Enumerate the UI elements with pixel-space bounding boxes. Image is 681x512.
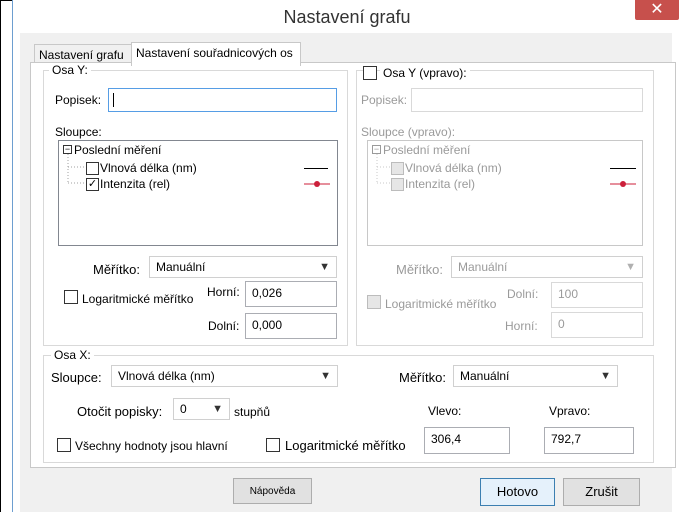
y-right-upper-input[interactable]: 0 xyxy=(551,312,643,338)
tree-item-intensity: Intenzita (rel) xyxy=(405,177,476,191)
ok-button[interactable]: Hotovo xyxy=(480,478,555,506)
y-right-lower-label: Dolní: xyxy=(507,287,539,301)
window-title: Nastavení grafu xyxy=(283,7,411,27)
y-right-lower-input[interactable]: 100 xyxy=(551,282,643,308)
tree-item-wavelength: Vlnová délka (nm) xyxy=(405,161,502,175)
close-icon: ✕ xyxy=(650,1,664,18)
y-lower-label: Dolní: xyxy=(208,319,240,333)
y-log-label: Logaritmické měřítko xyxy=(82,292,194,306)
y-axis-group-label: Osa Y: xyxy=(49,63,91,77)
tree-root-label: Poslední měření xyxy=(383,143,471,157)
x-left-label: Vlevo: xyxy=(428,404,462,418)
tree-root-label: Poslední měření xyxy=(74,143,162,157)
x-axis-group-label: Osa X: xyxy=(51,348,94,362)
select-value: Vlnová délka (nm) xyxy=(118,369,215,383)
outer-frame-top xyxy=(0,0,12,1)
chevron-down-icon: ▼ xyxy=(319,261,330,273)
chevron-down-icon: ▼ xyxy=(212,403,223,415)
checkmark-icon: ✓ xyxy=(87,178,98,190)
all-major-checkbox[interactable] xyxy=(57,438,71,452)
x-scale-select[interactable]: Manuální ▼ xyxy=(453,365,618,387)
y-caption-input[interactable] xyxy=(108,88,337,112)
text-caret xyxy=(113,93,114,107)
y-upper-input[interactable]: 0,026 xyxy=(245,281,337,307)
x-left-input[interactable]: 306,4 xyxy=(424,427,510,454)
x-log-checkbox[interactable] xyxy=(266,438,280,452)
cancel-button[interactable]: Zrušit xyxy=(563,478,640,506)
y-lower-input[interactable]: 0,000 xyxy=(245,313,337,339)
tree-checkbox-intensity[interactable]: ✓ xyxy=(86,178,99,191)
y-upper-label: Horní: xyxy=(207,285,240,299)
select-value: Manuální xyxy=(460,369,510,383)
tree-checkbox-intensity[interactable] xyxy=(391,178,404,191)
y-right-scale-label: Měřítko: xyxy=(396,262,443,277)
chevron-down-icon: ▼ xyxy=(320,370,331,382)
y-right-scale-select[interactable]: Manuální ▼ xyxy=(451,256,643,278)
rotate-labels-select[interactable]: 0 ▼ xyxy=(173,398,230,420)
y-scale-label: Měřítko: xyxy=(93,262,140,277)
tree-collapse-icon[interactable]: − xyxy=(63,145,72,154)
x-right-label: Vpravo: xyxy=(549,404,591,418)
chevron-down-icon: ▼ xyxy=(625,261,636,273)
series-marker-icon xyxy=(304,181,330,187)
tree-checkbox-wavelength[interactable] xyxy=(86,162,99,175)
y-right-columns-label: Sloupce (vpravo): xyxy=(361,125,456,139)
y-right-group-label: Osa Y (vpravo): xyxy=(380,66,470,80)
y-right-enable-checkbox[interactable] xyxy=(363,66,377,80)
series-marker-icon xyxy=(610,181,636,187)
chevron-down-icon: ▼ xyxy=(600,370,611,382)
select-value: Manuální xyxy=(156,260,206,274)
y-right-log-checkbox[interactable] xyxy=(367,295,381,309)
tree-item-wavelength: Vlnová délka (nm) xyxy=(100,161,197,175)
all-major-label: Všechny hodnoty jsou hlavní xyxy=(75,439,228,453)
y-caption-label: Popisek: xyxy=(55,93,102,107)
outer-frame-left xyxy=(0,0,1,512)
tab-label: Nastavení souřadnicových os xyxy=(136,46,293,60)
tab-label: Nastavení grafu xyxy=(39,48,124,62)
y-right-caption-input[interactable] xyxy=(411,88,643,112)
close-button[interactable]: ✕ xyxy=(635,0,679,20)
y-columns-label: Sloupce: xyxy=(55,125,102,139)
tab-axis-settings[interactable]: Nastavení souřadnicových os xyxy=(131,42,301,66)
select-value: Manuální xyxy=(458,260,508,274)
help-button[interactable]: Nápověda xyxy=(233,478,312,504)
x-scale-label: Měřítko: xyxy=(399,370,446,385)
series-line-icon xyxy=(610,168,636,169)
series-line-icon xyxy=(304,168,328,169)
x-right-input[interactable]: 792,7 xyxy=(544,427,634,454)
y-scale-select[interactable]: Manuální ▼ xyxy=(149,256,337,278)
x-columns-select[interactable]: Vlnová délka (nm) ▼ xyxy=(111,365,338,387)
tree-collapse-icon[interactable]: − xyxy=(372,145,381,154)
rotate-labels-label: Otočit popisky: xyxy=(77,404,163,419)
y-right-upper-label: Horní: xyxy=(505,319,538,333)
y-right-log-label: Logaritmické měřítko xyxy=(385,297,497,311)
x-columns-label: Sloupce: xyxy=(51,370,102,385)
y-log-checkbox[interactable] xyxy=(64,290,78,304)
rotate-unit-label: stupňů xyxy=(234,405,271,419)
select-value: 0 xyxy=(180,402,187,416)
tree-checkbox-wavelength[interactable] xyxy=(391,162,404,175)
x-log-label: Logaritmické měřítko xyxy=(285,438,406,453)
y-right-caption-label: Popisek: xyxy=(361,93,408,107)
tree-item-intensity: Intenzita (rel) xyxy=(100,177,171,191)
